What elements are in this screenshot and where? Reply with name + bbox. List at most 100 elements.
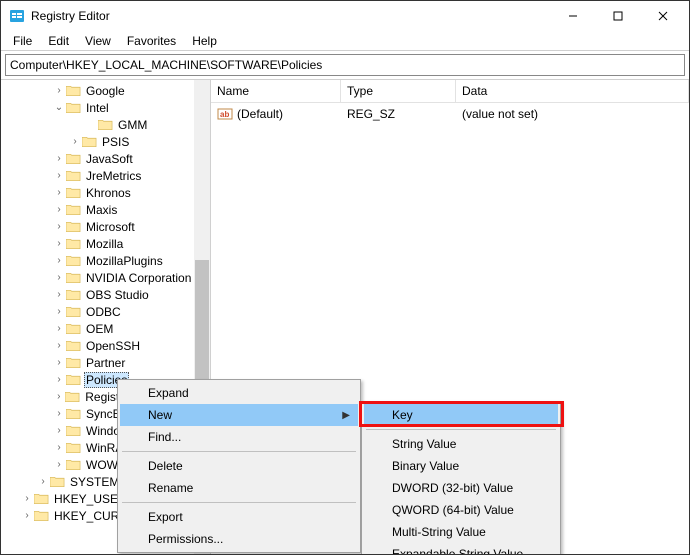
tree-item-label: MozillaPlugins	[84, 254, 165, 268]
tree-item-label: Maxis	[84, 203, 119, 217]
tree-item[interactable]: › Microsoft	[1, 218, 210, 235]
chevron-right-icon[interactable]: ›	[69, 136, 81, 147]
chevron-right-icon[interactable]: ›	[53, 340, 65, 351]
tree-item[interactable]: ›Mozilla	[1, 235, 210, 252]
registry-editor-window: Registry Editor File Edit View Favorites…	[0, 0, 690, 555]
address-bar[interactable]: Computer\HKEY_LOCAL_MACHINE\SOFTWARE\Pol…	[5, 54, 685, 76]
folder-icon	[65, 271, 81, 285]
folder-icon	[65, 339, 81, 353]
menu-item-rename[interactable]: Rename	[120, 477, 358, 499]
tree-item-label: SYSTEM	[68, 475, 121, 489]
chevron-right-icon[interactable]: ›	[53, 459, 65, 470]
chevron-right-icon[interactable]: ›	[21, 493, 33, 504]
tree-item[interactable]: › ODBC	[1, 303, 210, 320]
chevron-right-icon[interactable]: ›	[53, 272, 65, 283]
tree-item[interactable]: › Khronos	[1, 184, 210, 201]
close-button[interactable]	[640, 2, 685, 30]
tree-item-label: OpenSSH	[84, 339, 142, 353]
menu-item-permissions-[interactable]: Permissions...	[120, 528, 358, 550]
minimize-button[interactable]	[550, 2, 595, 30]
tree-item[interactable]: ⌄Intel	[1, 99, 210, 116]
menu-item-expandable-string-value[interactable]: Expandable String Value	[364, 543, 558, 555]
menu-favorites[interactable]: Favorites	[119, 32, 184, 50]
menu-item-dword-bit-value[interactable]: DWORD (32-bit) Value	[364, 477, 558, 499]
menu-item-string-value[interactable]: String Value	[364, 433, 558, 455]
col-type[interactable]: Type	[341, 80, 456, 102]
submenu-arrow-icon: ▶	[342, 410, 350, 421]
tree-item[interactable]: ›Partner	[1, 354, 210, 371]
folder-icon	[49, 475, 65, 489]
tree-item[interactable]: ›NVIDIA Corporation	[1, 269, 210, 286]
chevron-right-icon[interactable]: ›	[53, 238, 65, 249]
menu-separator	[122, 502, 356, 503]
chevron-right-icon[interactable]: ›	[37, 476, 49, 487]
menu-edit[interactable]: Edit	[40, 32, 77, 50]
chevron-right-icon[interactable]: ›	[53, 425, 65, 436]
menu-view[interactable]: View	[77, 32, 119, 50]
chevron-down-icon[interactable]: ⌄	[53, 102, 65, 113]
tree-item[interactable]: › OpenSSH	[1, 337, 210, 354]
folder-icon	[65, 203, 81, 217]
folder-icon	[97, 118, 113, 132]
folder-icon	[65, 356, 81, 370]
folder-icon	[65, 407, 81, 421]
chevron-right-icon[interactable]: ›	[53, 374, 65, 385]
chevron-right-icon[interactable]: ›	[53, 255, 65, 266]
menu-item-find-[interactable]: Find...	[120, 426, 358, 448]
tree-item-label: Microsoft	[84, 220, 137, 234]
context-menu: ExpandNew▶Find... DeleteRename ExportPermi…	[117, 379, 361, 553]
tree-item[interactable]: ›JreMetrics	[1, 167, 210, 184]
chevron-right-icon[interactable]: ›	[53, 408, 65, 419]
maximize-button[interactable]	[595, 2, 640, 30]
tree-item-label: GMM	[116, 118, 149, 132]
menu-item-binary-value[interactable]: Binary Value	[364, 455, 558, 477]
folder-icon	[65, 237, 81, 251]
folder-icon	[65, 441, 81, 455]
chevron-right-icon[interactable]: ›	[53, 391, 65, 402]
folder-icon	[33, 492, 49, 506]
chevron-right-icon[interactable]: ›	[21, 510, 33, 521]
tree-item[interactable]: › Maxis	[1, 201, 210, 218]
menu-item-key[interactable]: Key	[364, 404, 558, 426]
tree-item[interactable]: ›OEM	[1, 320, 210, 337]
menu-file[interactable]: File	[5, 32, 40, 50]
menu-item-export[interactable]: Export	[120, 506, 358, 528]
chevron-right-icon[interactable]: ›	[53, 306, 65, 317]
chevron-right-icon[interactable]: ›	[53, 170, 65, 181]
chevron-right-icon[interactable]: ›	[53, 85, 65, 96]
chevron-right-icon[interactable]: ›	[53, 357, 65, 368]
chevron-right-icon[interactable]: ›	[53, 187, 65, 198]
tree-item-label: ODBC	[84, 305, 123, 319]
list-header: Name Type Data	[211, 80, 689, 103]
chevron-right-icon[interactable]: ›	[53, 153, 65, 164]
chevron-right-icon[interactable]: ›	[53, 289, 65, 300]
menu-item-expand[interactable]: Expand	[120, 382, 358, 404]
menu-item-qword-bit-value[interactable]: QWORD (64-bit) Value	[364, 499, 558, 521]
chevron-right-icon[interactable]: ›	[53, 204, 65, 215]
folder-icon	[65, 186, 81, 200]
menu-item-multi-string-value[interactable]: Multi-String Value	[364, 521, 558, 543]
tree-item-label: Khronos	[84, 186, 133, 200]
tree-item-label: JavaSoft	[84, 152, 135, 166]
tree-item[interactable]: ›PSIS	[1, 133, 210, 150]
tree-item[interactable]: › MozillaPlugins	[1, 252, 210, 269]
chevron-right-icon[interactable]: ›	[53, 442, 65, 453]
address-text: Computer\HKEY_LOCAL_MACHINE\SOFTWARE\Pol…	[10, 58, 322, 72]
tree-item[interactable]: ›Google	[1, 82, 210, 99]
value-type: REG_SZ	[341, 103, 456, 125]
menu-item-delete[interactable]: Delete	[120, 455, 358, 477]
menu-help[interactable]: Help	[184, 32, 225, 50]
folder-icon	[65, 220, 81, 234]
tree-item[interactable]: ›GMM	[1, 116, 210, 133]
col-data[interactable]: Data	[456, 80, 689, 102]
folder-icon	[81, 135, 97, 149]
value-name: (Default)	[237, 107, 283, 121]
tree-item[interactable]: ›OBS Studio	[1, 286, 210, 303]
menu-item-new[interactable]: New▶	[120, 404, 358, 426]
list-row[interactable]: ab (Default) REG_SZ (value not set)	[211, 103, 689, 125]
chevron-right-icon[interactable]: ›	[53, 221, 65, 232]
folder-icon	[33, 509, 49, 523]
tree-item[interactable]: › JavaSoft	[1, 150, 210, 167]
chevron-right-icon[interactable]: ›	[53, 323, 65, 334]
col-name[interactable]: Name	[211, 80, 341, 102]
